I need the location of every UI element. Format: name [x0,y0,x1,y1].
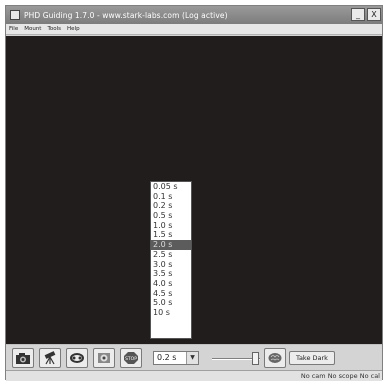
exposure-option[interactable]: 10 s [151,308,191,318]
app-icon [10,10,20,20]
menu-bar: File Mount Tools Help [6,24,382,35]
exposure-option[interactable]: 1.5 s [151,230,191,240]
exposure-option-highlighted[interactable]: 2.0 s [151,240,191,250]
app-window: PHD Guiding 1.7.0 - www.stark-labs.com (… [5,5,383,381]
window-controls: _ X [351,8,381,21]
exposure-option[interactable]: 5.0 s [151,298,191,308]
exposure-duration-select[interactable]: 0.2 s ▼ [153,351,199,365]
exposure-option[interactable]: 0.05 s [151,182,191,192]
minimize-button[interactable]: _ [351,8,365,21]
exposure-option[interactable]: 4.5 s [151,289,191,299]
exposure-selected-value: 0.2 s [157,353,177,362]
window-title: PHD Guiding 1.7.0 - www.stark-labs.com (… [24,10,228,20]
exposure-option[interactable]: 2.5 s [151,250,191,260]
camera-connect-button[interactable] [12,348,34,368]
mount-connect-button[interactable] [39,348,61,368]
stop-icon: STOP [124,352,138,364]
stop-button[interactable]: STOP [120,348,142,368]
menu-help[interactable]: Help [67,26,80,32]
exposure-option[interactable]: 0.1 s [151,192,191,202]
guide-camera-display[interactable] [6,36,382,344]
exposure-option[interactable]: 0.2 s [151,201,191,211]
status-bar: No cam No scope No cal [6,370,382,381]
title-bar[interactable]: PHD Guiding 1.7.0 - www.stark-labs.com (… [6,6,382,24]
close-button[interactable]: X [367,8,381,21]
exposure-option[interactable]: 4.0 s [151,279,191,289]
start-guiding-button[interactable] [93,348,115,368]
gamma-slider-thumb[interactable] [252,352,259,365]
chevron-down-icon[interactable]: ▼ [186,352,198,364]
menu-tools[interactable]: Tools [47,26,61,32]
menu-mount[interactable]: Mount [24,26,41,32]
brain-settings-button[interactable] [264,348,286,368]
exposure-option[interactable]: 1.0 s [151,221,191,231]
loop-exposure-button[interactable] [66,348,88,368]
brain-icon [268,353,282,363]
telescope-icon [44,351,56,365]
exposure-option[interactable]: 3.0 s [151,260,191,270]
take-dark-button[interactable]: Take Dark [289,351,335,365]
loop-icon [70,353,84,363]
guide-icon [98,353,110,363]
exposure-option[interactable]: 3.5 s [151,269,191,279]
camera-icon [16,353,30,364]
menu-file[interactable]: File [9,26,18,32]
exposure-dropdown-list: 0.05 s 0.1 s 0.2 s 0.5 s 1.0 s 1.5 s 2.0… [150,181,192,339]
exposure-option[interactable]: 0.5 s [151,211,191,221]
toolbar: STOP 0.2 s ▼ Take Dark [6,344,382,370]
svg-text:STOP: STOP [125,356,137,362]
